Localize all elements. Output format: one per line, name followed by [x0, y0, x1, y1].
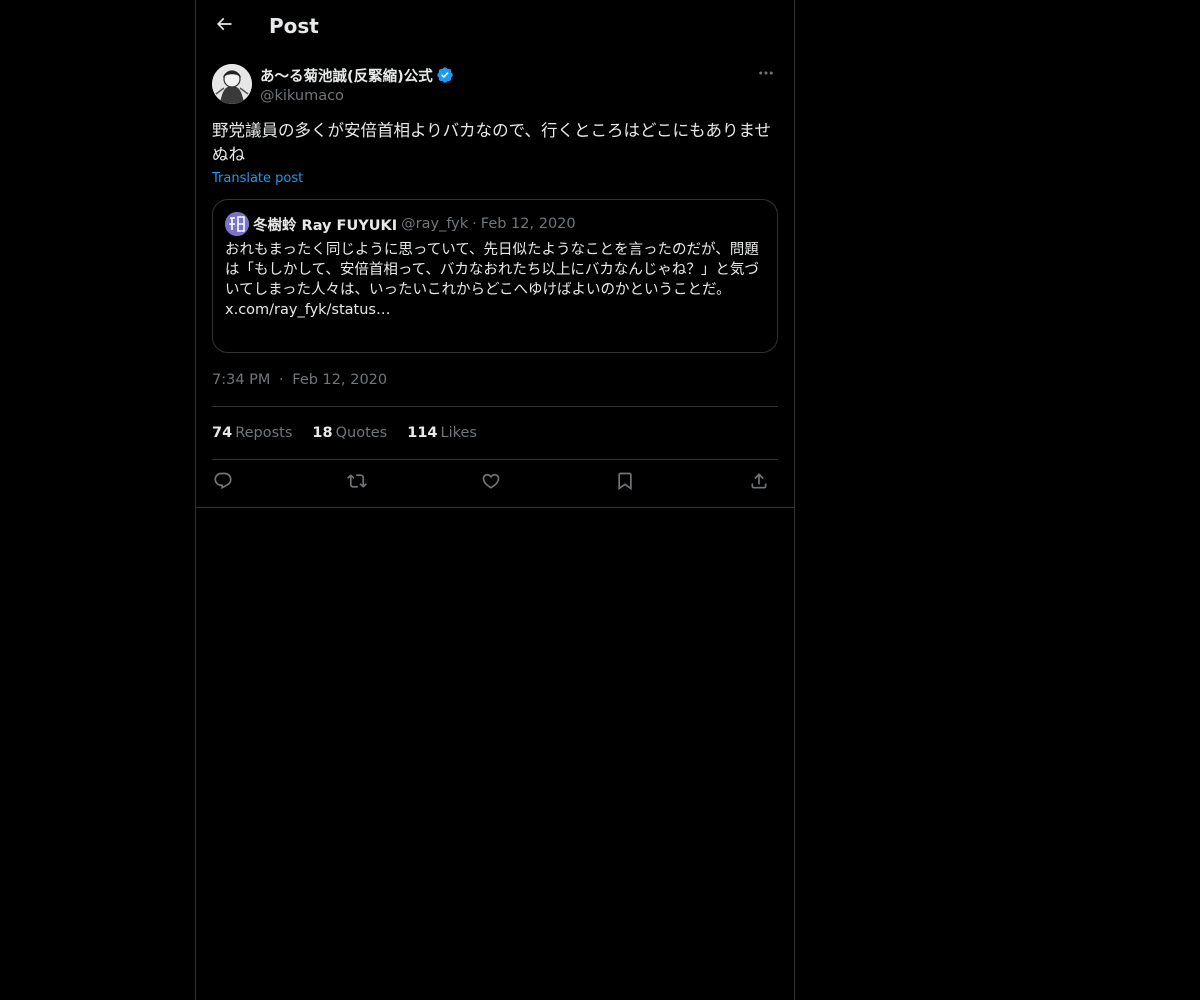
likes-label: Likes [440, 425, 477, 441]
bookmark-button[interactable] [614, 471, 636, 495]
quotes-count: 18 [312, 425, 333, 441]
divider [212, 459, 778, 460]
post-actions [212, 471, 778, 495]
post-date[interactable]: Feb 12, 2020 [292, 372, 387, 388]
repost-icon [347, 471, 367, 495]
quoted-author-display-name: 冬樹蛉 Ray FUYUKI [253, 217, 398, 234]
verified-badge-icon[interactable] [436, 66, 454, 84]
quoted-author-handle: @ray_fyk [401, 216, 469, 232]
reposts-count: 74 [212, 425, 233, 441]
reposts-label: Reposts [235, 425, 293, 441]
post-stats: 74 Reposts 18 Quotes 114 Likes [212, 423, 497, 443]
likes-stat[interactable]: 114 Likes [407, 425, 477, 441]
post-detail-column: Post あ〜る菊池誠(反緊縮)公式 @kikumaco 野党議員の多くが安倍首… [195, 0, 795, 1000]
quoted-post-date: Feb 12, 2020 [480, 216, 576, 232]
arrow-left-icon [214, 14, 234, 38]
quoted-post-link[interactable]: x.com/ray_fyk/status… [225, 300, 765, 320]
post-text: 野党議員の多くが安倍首相よりバカなので、行くところはどこにもありませぬね [212, 121, 772, 164]
author-display-name[interactable]: あ〜る菊池誠(反緊縮)公式 [260, 65, 433, 86]
more-options-button[interactable] [754, 64, 778, 86]
author-avatar[interactable] [212, 64, 252, 104]
share-button[interactable] [748, 471, 770, 495]
reply-button[interactable] [212, 471, 234, 495]
divider [212, 406, 778, 407]
repost-button[interactable] [346, 471, 368, 495]
quoted-post-card[interactable]: 冬樹蛉 Ray FUYUKI @ray_fyk · Feb 12, 2020 お… [212, 199, 778, 353]
reposts-stat[interactable]: 74 Reposts [212, 425, 292, 441]
post-timestamp: 7:34 PM · Feb 12, 2020 [212, 370, 387, 390]
quoted-post-text: おれもまったく同じように思っていて、先日似たようなことを言ったのだが、問題は「も… [225, 242, 759, 298]
like-button[interactable] [480, 471, 502, 495]
author-handle[interactable]: @kikumaco [260, 86, 454, 106]
like-icon [481, 471, 501, 495]
quoted-author-avatar [225, 212, 249, 236]
quotes-stat[interactable]: 18 Quotes [312, 425, 387, 441]
page-title: Post [269, 14, 319, 38]
post-bottom-border [196, 507, 794, 508]
quotes-label: Quotes [335, 425, 388, 441]
quoted-post-body: おれもまったく同じように思っていて、先日似たようなことを言ったのだが、問題は「も… [225, 240, 765, 320]
likes-count: 114 [407, 425, 438, 441]
post-time[interactable]: 7:34 PM [212, 372, 270, 388]
reply-icon [213, 471, 233, 495]
more-horizontal-icon [757, 64, 775, 86]
share-icon [749, 471, 769, 495]
post-author: あ〜る菊池誠(反緊縮)公式 @kikumaco [212, 64, 778, 106]
timestamp-separator: · [279, 372, 284, 388]
translate-post-link[interactable]: Translate post [212, 170, 303, 188]
back-button[interactable] [207, 9, 241, 43]
quoted-separator: · [472, 216, 477, 232]
quoted-post-header: 冬樹蛉 Ray FUYUKI @ray_fyk · Feb 12, 2020 [225, 212, 576, 236]
page-header: Post [196, 0, 794, 53]
bookmark-icon [615, 471, 635, 495]
